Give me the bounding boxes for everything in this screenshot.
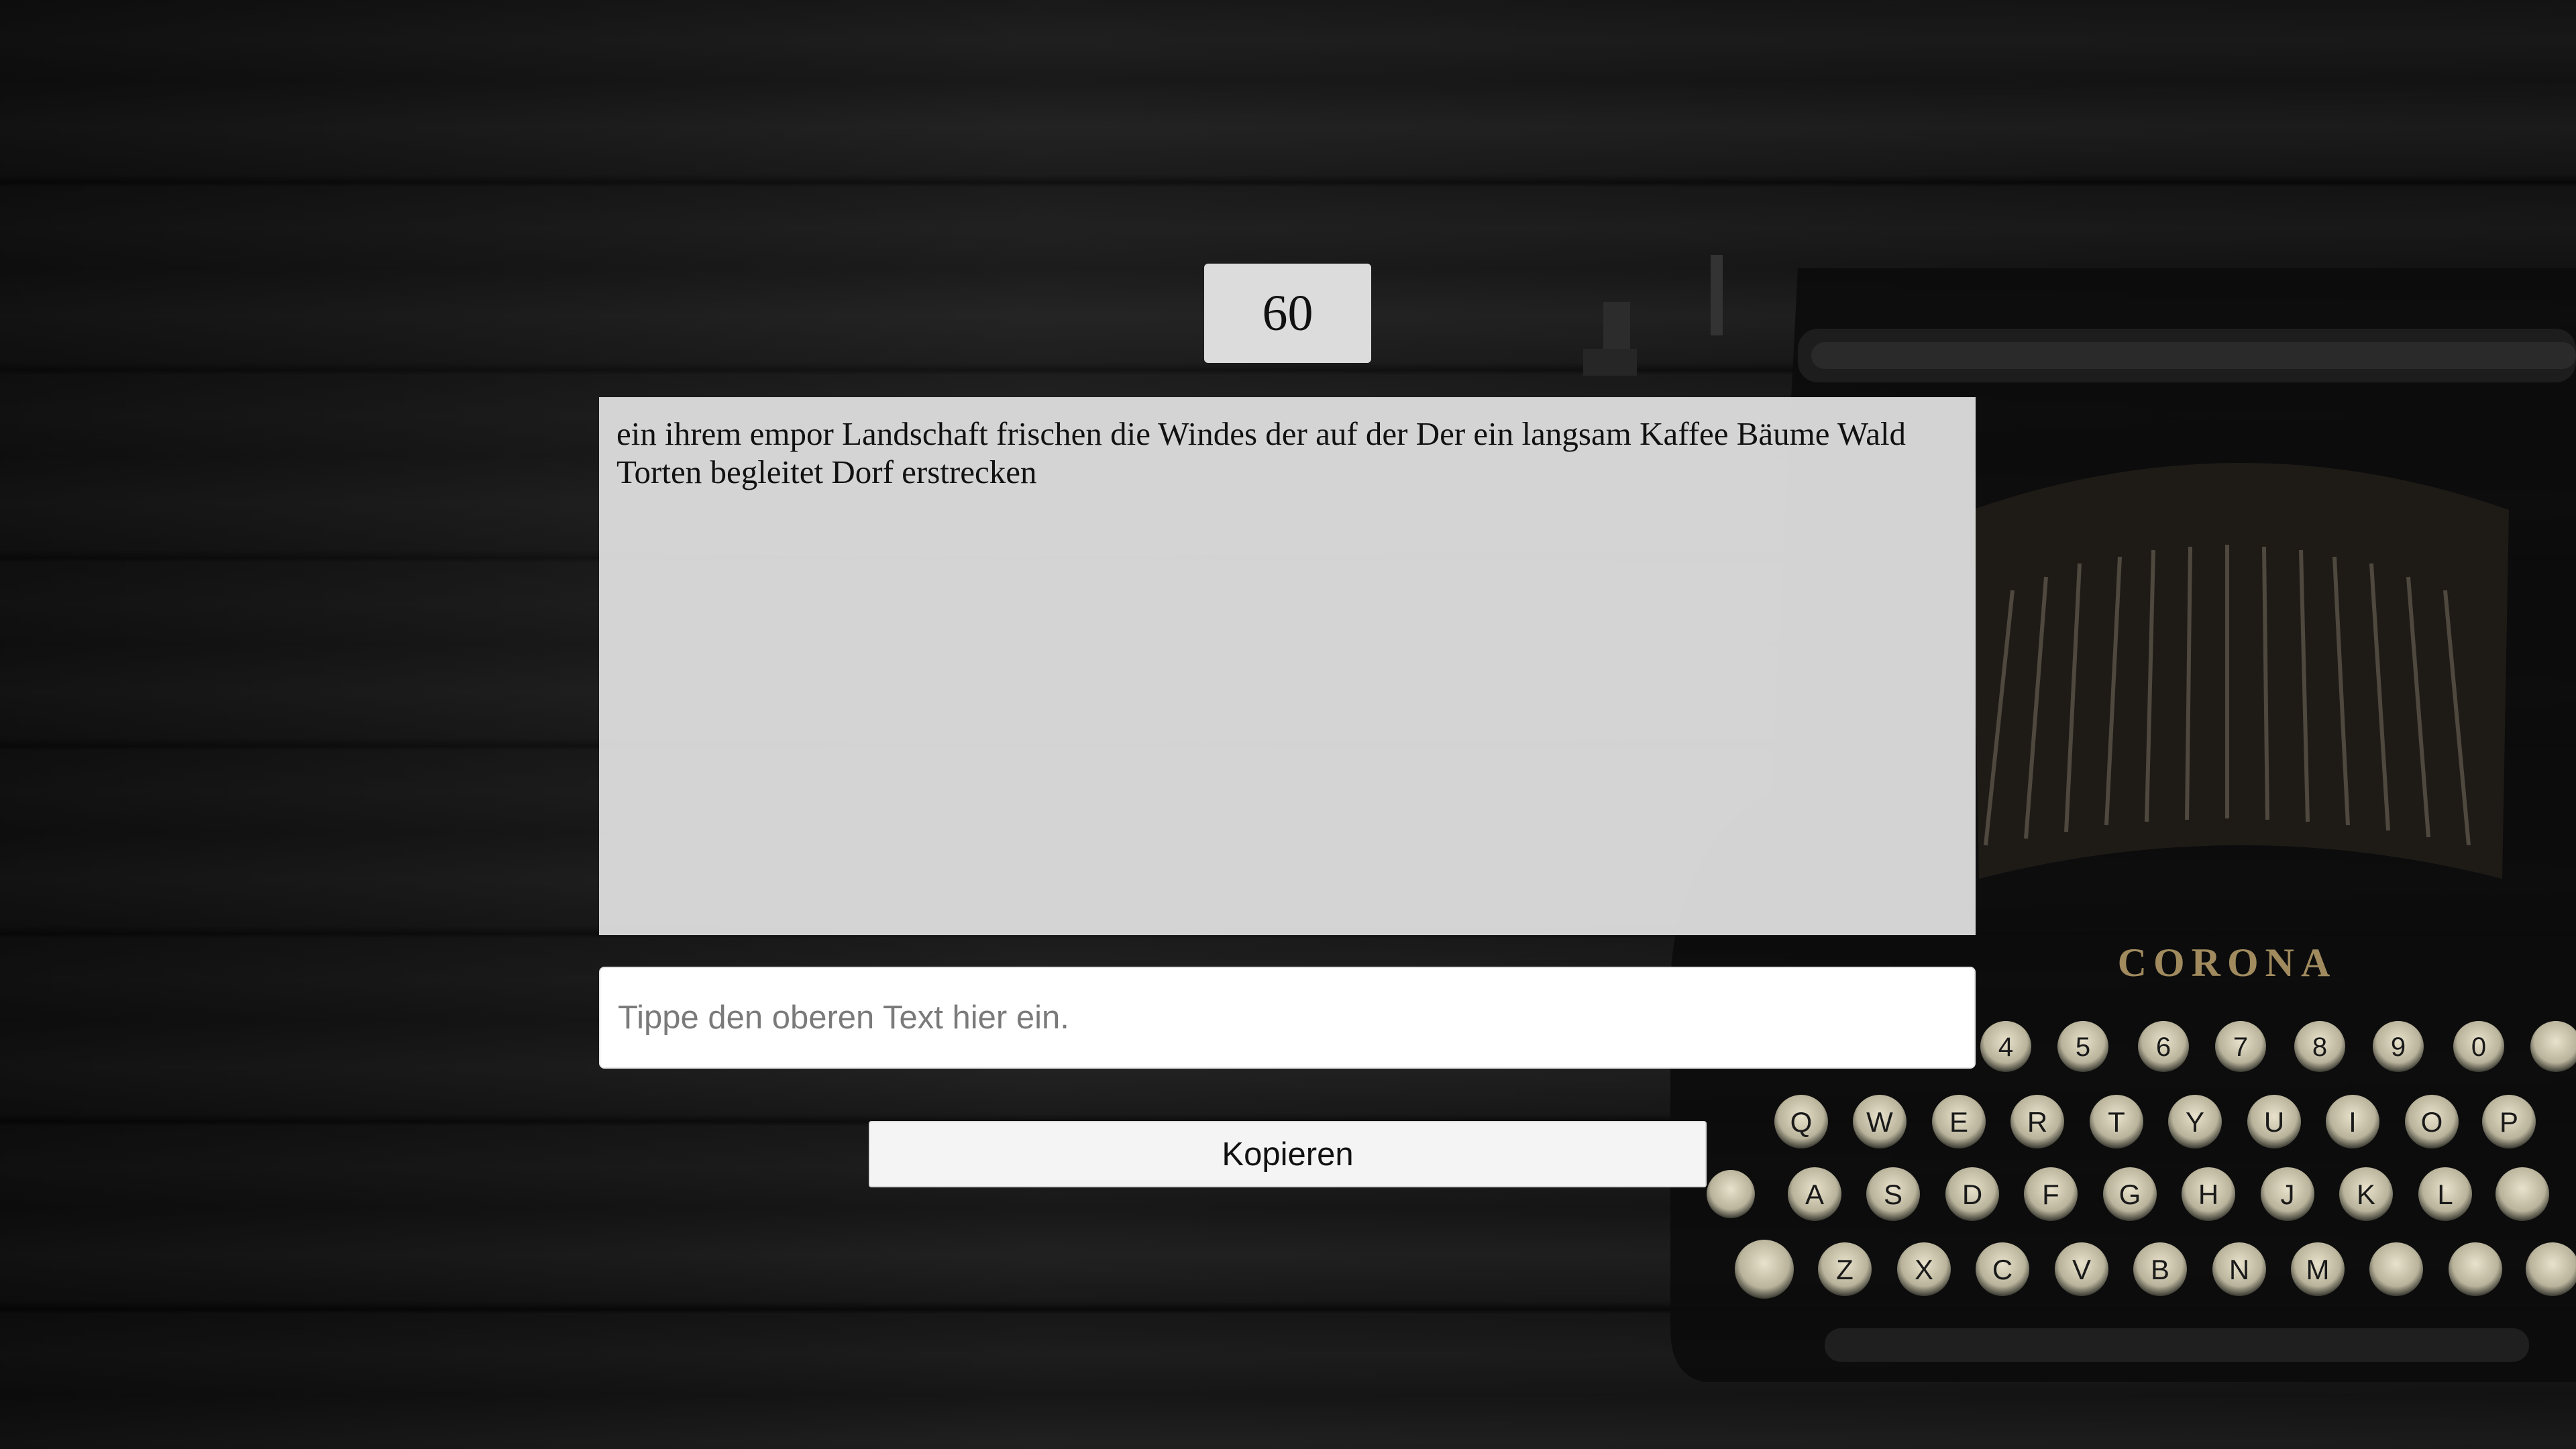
svg-text:J: J — [2281, 1179, 2295, 1210]
svg-text:P: P — [2500, 1106, 2518, 1138]
svg-text:L: L — [2437, 1179, 2453, 1210]
svg-text:I: I — [2349, 1106, 2357, 1138]
timer-value: 60 — [1262, 284, 1313, 341]
svg-text:6: 6 — [2156, 1032, 2171, 1062]
svg-text:F: F — [2042, 1179, 2059, 1210]
svg-text:H: H — [2198, 1179, 2218, 1210]
svg-text:S: S — [1884, 1179, 1902, 1210]
svg-text:V: V — [2072, 1254, 2091, 1285]
svg-text:Q: Q — [1790, 1106, 1813, 1138]
svg-text:R: R — [2027, 1106, 2047, 1138]
svg-text:4: 4 — [1998, 1032, 2013, 1062]
copy-button[interactable]: Kopieren — [869, 1121, 1707, 1187]
svg-text:0: 0 — [2471, 1032, 2486, 1062]
svg-text:7: 7 — [2233, 1032, 2248, 1062]
countdown-timer: 60 — [1204, 264, 1371, 363]
svg-text:E: E — [1949, 1106, 1968, 1138]
source-text-content: ein ihrem empor Landschaft frischen die … — [616, 415, 1907, 490]
svg-text:Y: Y — [2186, 1106, 2204, 1138]
svg-text:A: A — [1805, 1179, 1824, 1210]
source-text-box: ein ihrem empor Landschaft frischen die … — [599, 397, 1976, 935]
svg-text:CORONA: CORONA — [2118, 941, 2337, 985]
svg-text:K: K — [2357, 1179, 2375, 1210]
svg-text:X: X — [1915, 1254, 1933, 1285]
svg-text:C: C — [1992, 1254, 2012, 1285]
svg-text:U: U — [2264, 1106, 2284, 1138]
svg-text:N: N — [2229, 1254, 2249, 1285]
svg-text:B: B — [2151, 1254, 2169, 1285]
svg-text:G: G — [2119, 1179, 2141, 1210]
svg-text:W: W — [1866, 1106, 1893, 1138]
svg-text:O: O — [2421, 1106, 2443, 1138]
svg-text:5: 5 — [2076, 1032, 2090, 1062]
svg-text:T: T — [2108, 1106, 2125, 1138]
svg-text:M: M — [2306, 1254, 2330, 1285]
svg-text:Z: Z — [1836, 1254, 1854, 1285]
svg-text:8: 8 — [2312, 1032, 2327, 1062]
svg-text:9: 9 — [2391, 1032, 2406, 1062]
typing-input[interactable] — [599, 967, 1976, 1069]
svg-text:D: D — [1962, 1179, 1982, 1210]
